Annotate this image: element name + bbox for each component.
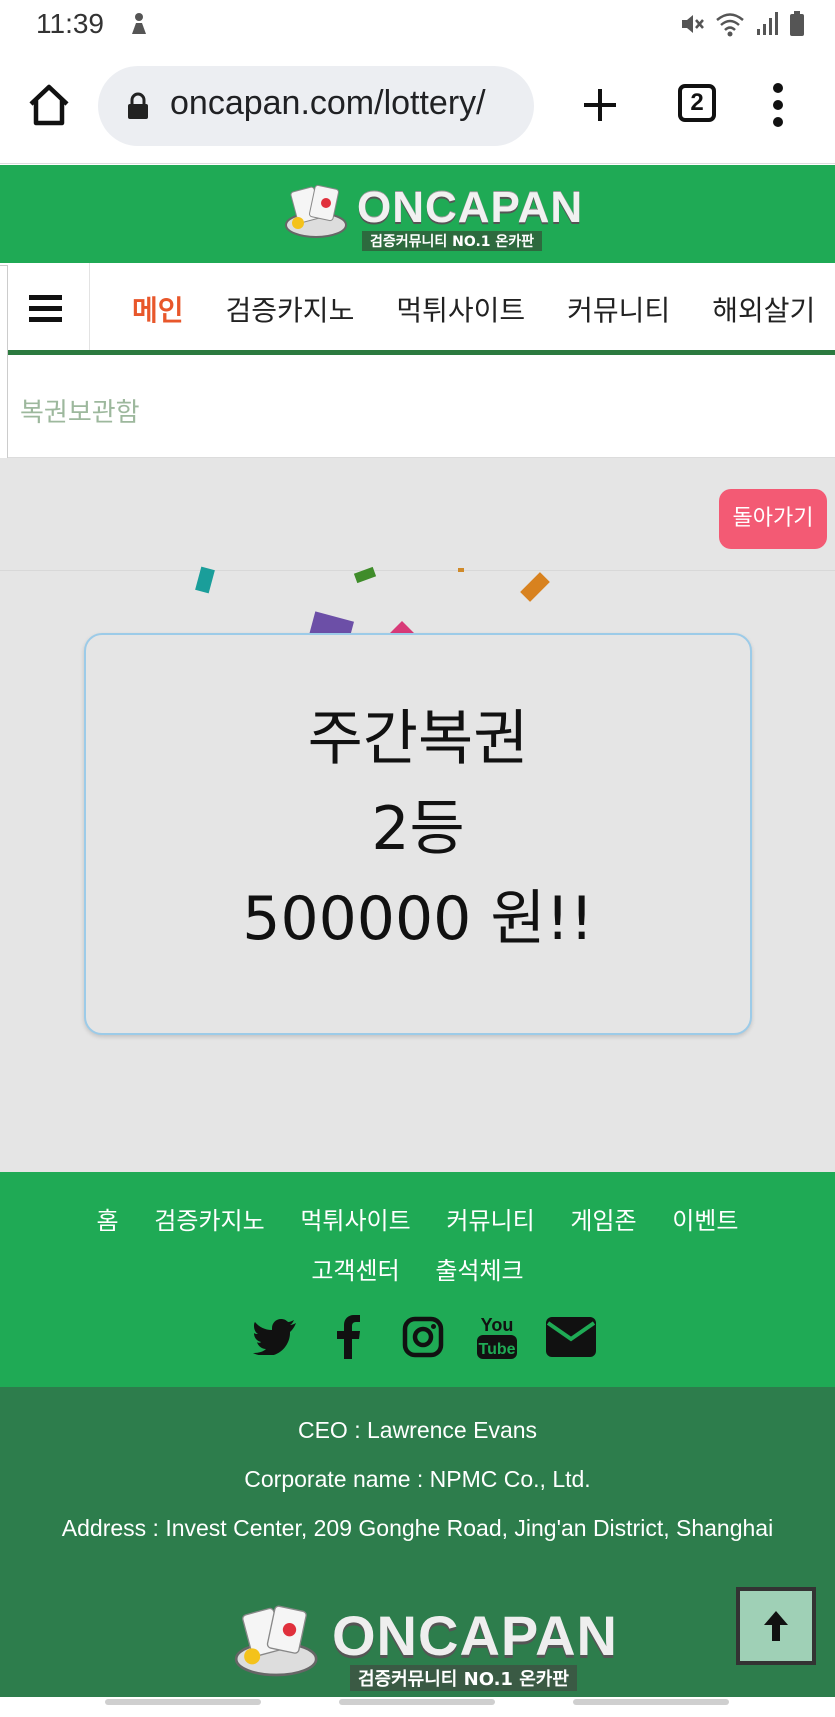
status-bar: 11:39 [0, 0, 835, 50]
confetti-piece [458, 568, 464, 572]
footer-link-community[interactable]: 커뮤니티 [446, 1196, 534, 1246]
lock-icon [128, 92, 148, 119]
twitter-icon[interactable] [238, 1312, 312, 1362]
breadcrumb-label: 복권보관함 [20, 398, 140, 428]
browser-toolbar: oncapan.com/lottery/ 2 [0, 50, 835, 164]
logo-subtitle: 검증커뮤니티 NO.1 온카판 [362, 231, 543, 251]
footer-link-scam-sites[interactable]: 먹튀사이트 [300, 1196, 410, 1246]
confetti-piece [520, 572, 550, 602]
plus-icon[interactable] [580, 85, 620, 125]
logo-cards-icon [234, 1605, 318, 1677]
main-nav: 메인 검증카지노 먹튀사이트 커뮤니티 해외살기 [0, 263, 835, 355]
notification-figure-icon [132, 13, 146, 34]
nav-item-community[interactable]: 커뮤니티 [567, 289, 670, 329]
nav-items: 메인 검증카지노 먹튀사이트 커뮤니티 해외살기 [90, 263, 815, 350]
nav-item-verified-casino[interactable]: 검증카지노 [226, 289, 355, 329]
footer-logo-subtitle: 검증커뮤니티 NO.1 온카판 [350, 1665, 577, 1691]
footer-address: Address : Invest Center, 209 Gonghe Road… [61, 1515, 774, 1541]
nav-item-main[interactable]: 메인 [132, 289, 184, 329]
url-bar[interactable]: oncapan.com/lottery/ [98, 66, 534, 146]
instagram-icon[interactable] [386, 1312, 460, 1362]
lottery-content: 돌아가기 주간복권 2등 500000 원!! [0, 458, 835, 1172]
prize-name: 주간복권 [307, 704, 529, 774]
social-links: You Tube [238, 1312, 608, 1362]
nav-item-scam-sites[interactable]: 먹튀사이트 [396, 289, 525, 329]
gesture-bar [0, 1697, 835, 1717]
status-icons [679, 11, 805, 37]
breadcrumb: 복권보관함 [0, 360, 835, 458]
site-header: ONCAPAN 검증커뮤니티 NO.1 온카판 [0, 165, 835, 263]
footer-logo: ONCAPAN 검증커뮤니티 NO.1 온카판 [230, 1603, 617, 1691]
footer-link-attendance[interactable]: 출석체크 [435, 1246, 523, 1296]
footer-info-section: CEO : Lawrence Evans Corporate name : NP… [0, 1387, 835, 1697]
more-vert-icon[interactable] [766, 80, 790, 130]
footer-link-home[interactable]: 홈 [97, 1196, 119, 1246]
logo-cards-icon [285, 184, 347, 238]
footer-link-verified-casino[interactable]: 검증카지노 [154, 1196, 264, 1246]
signal-icon [757, 12, 778, 35]
footer-link-support[interactable]: 고객센터 [311, 1246, 399, 1296]
footer-link-game-zone[interactable]: 게임존 [570, 1196, 636, 1246]
footer-corporate-name: Corporate name : NPMC Co., Ltd. [244, 1466, 591, 1492]
scroll-to-top-button[interactable] [736, 1587, 816, 1665]
mute-icon [682, 15, 704, 33]
back-button[interactable]: 돌아가기 [719, 489, 827, 549]
url-text[interactable]: oncapan.com/lottery/ [170, 84, 486, 123]
footer-link-event[interactable]: 이벤트 [672, 1196, 738, 1246]
status-time: 11:39 [36, 8, 104, 39]
tab-switcher-button[interactable]: 2 [678, 84, 716, 122]
arrow-up-icon [764, 1611, 788, 1641]
prize-rank: 2등 [371, 794, 465, 864]
content-divider [0, 570, 835, 571]
home-icon[interactable] [26, 82, 72, 128]
footer-ceo: CEO : Lawrence Evans [297, 1417, 538, 1443]
hamburger-menu-icon[interactable] [0, 263, 90, 350]
battery-icon [790, 11, 804, 36]
svg-text:You: You [481, 1315, 514, 1335]
youtube-icon[interactable]: You Tube [460, 1312, 534, 1362]
nav-item-living-abroad[interactable]: 해외살기 [712, 289, 815, 329]
wifi-icon [716, 13, 744, 37]
prize-amount: 500000 원!! [242, 884, 594, 954]
footer-logo-title: ONCAPAN [332, 1604, 618, 1667]
svg-text:Tube: Tube [478, 1341, 515, 1358]
email-icon[interactable] [534, 1312, 608, 1362]
prize-card: 주간복권 2등 500000 원!! [84, 633, 752, 1035]
site-logo[interactable]: ONCAPAN 검증커뮤니티 NO.1 온카판 [282, 183, 582, 251]
facebook-icon[interactable] [312, 1312, 386, 1362]
logo-title: ONCAPAN [357, 183, 584, 232]
footer-links-section: 홈 검증카지노 먹튀사이트 커뮤니티 게임존 이벤트 고객센터 출석체크 You… [0, 1172, 835, 1387]
footer-links: 홈 검증카지노 먹튀사이트 커뮤니티 게임존 이벤트 고객센터 출석체크 [0, 1196, 835, 1296]
